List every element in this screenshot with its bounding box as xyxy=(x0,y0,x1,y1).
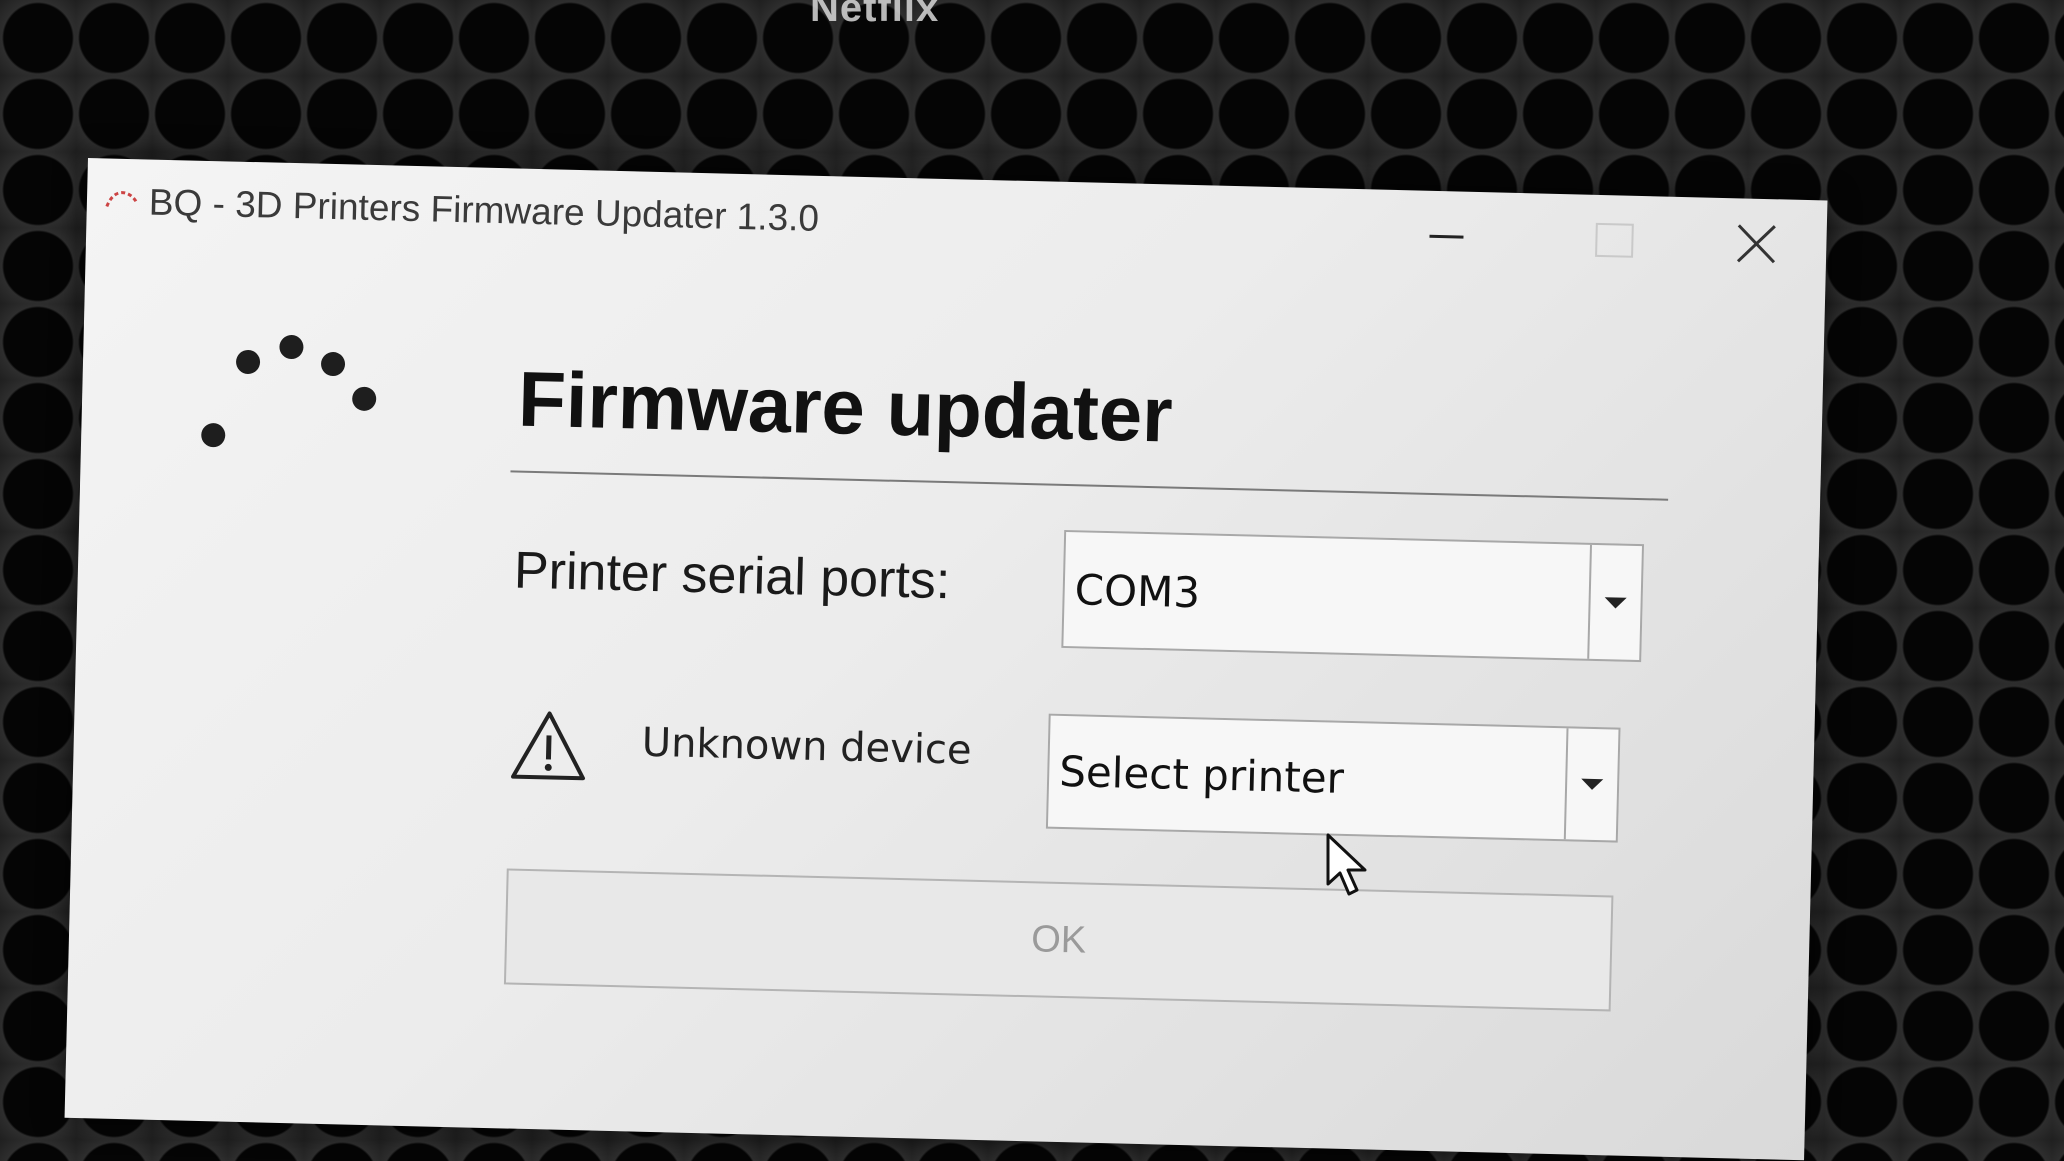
ok-button[interactable]: OK xyxy=(503,868,1614,1012)
mouse-pointer-icon xyxy=(1326,833,1367,896)
title-bar[interactable]: BQ - 3D Printers Firmware Updater 1.3.0 xyxy=(86,158,1828,290)
bq-logo-icon xyxy=(105,191,139,208)
serial-port-value: COM3 xyxy=(1074,564,1201,617)
warning-icon xyxy=(511,711,585,781)
maximize-icon xyxy=(1595,222,1634,258)
serial-ports-label: Printer serial ports: xyxy=(513,541,952,611)
device-status-label: Unknown device xyxy=(641,719,973,774)
printer-select-value: Select printer xyxy=(1058,746,1345,803)
serial-port-dropdown-button[interactable] xyxy=(1587,544,1642,661)
window-title: BQ - 3D Printers Firmware Updater 1.3.0 xyxy=(148,181,820,239)
chevron-down-icon xyxy=(1604,596,1627,609)
loading-spinner-icon xyxy=(201,335,377,448)
page-title: Firmware updater xyxy=(517,354,1174,459)
desktop-app-label[interactable]: Netflix xyxy=(810,0,939,31)
title-divider xyxy=(510,470,1669,501)
minimize-button[interactable] xyxy=(1376,200,1518,273)
printer-dropdown-button[interactable] xyxy=(1563,728,1619,841)
close-icon xyxy=(1736,224,1776,264)
minimize-icon xyxy=(1429,234,1464,239)
chevron-down-icon xyxy=(1581,778,1604,791)
serial-port-select[interactable]: COM3 xyxy=(1061,529,1645,663)
firmware-updater-window: BQ - 3D Printers Firmware Updater 1.3.0 … xyxy=(64,158,1828,1161)
maximize-button[interactable] xyxy=(1544,204,1686,277)
close-button[interactable] xyxy=(1686,207,1828,280)
printer-select[interactable]: Select printer xyxy=(1045,713,1621,843)
